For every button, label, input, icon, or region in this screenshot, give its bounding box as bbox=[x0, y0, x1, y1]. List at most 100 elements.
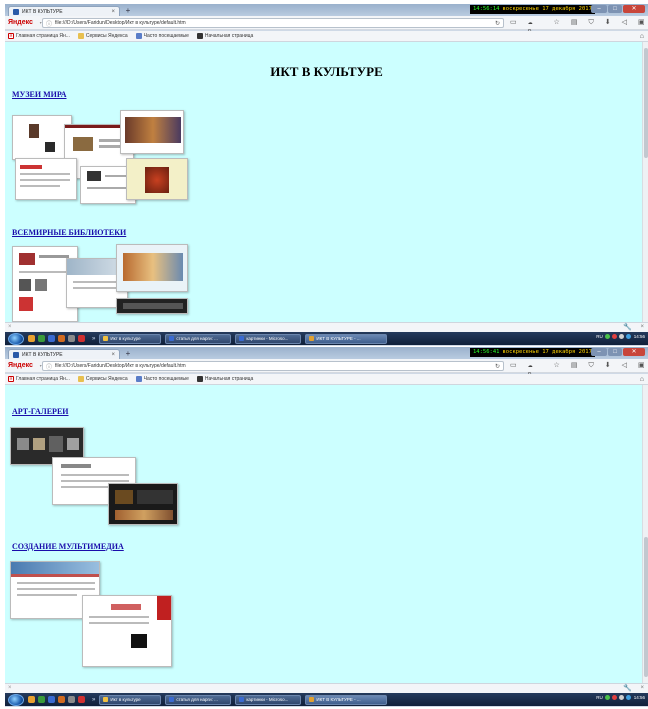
weather-widget[interactable]: ☁ 9 bbox=[528, 18, 543, 36]
tray-icon[interactable] bbox=[611, 334, 617, 339]
clipboard-icon[interactable]: ▤ bbox=[571, 18, 578, 28]
museums-collage[interactable] bbox=[12, 110, 192, 205]
home-icon[interactable]: ⌂ bbox=[640, 376, 644, 383]
new-tab-button[interactable]: + bbox=[123, 350, 133, 358]
section-link-museums[interactable]: МУЗЕИ МИРА bbox=[12, 90, 67, 99]
tray-icon[interactable] bbox=[604, 334, 610, 339]
network-icon[interactable] bbox=[625, 334, 631, 339]
home-icon[interactable]: ⌂ bbox=[640, 33, 644, 40]
minimize-button[interactable]: – bbox=[591, 348, 607, 356]
taskbar-item[interactable]: статья для нарги: ... bbox=[165, 694, 232, 705]
reload-icon[interactable]: ↻ bbox=[495, 363, 500, 370]
close-icon[interactable]: × bbox=[8, 685, 12, 691]
network-icon[interactable] bbox=[625, 695, 631, 700]
multimedia-collage[interactable] bbox=[10, 561, 180, 671]
wrench-icon[interactable]: 🔧 bbox=[623, 323, 632, 331]
volume-icon[interactable] bbox=[618, 334, 624, 339]
vertical-scrollbar[interactable] bbox=[642, 42, 648, 322]
share-icon[interactable]: ◁ bbox=[622, 361, 627, 371]
taskbar-item[interactable]: Икт в культуре bbox=[99, 333, 162, 344]
yandex-brand[interactable]: Яндекс bbox=[8, 362, 33, 369]
tray-icon[interactable] bbox=[604, 695, 610, 700]
bookmark-yandex-home[interactable]: Я Главная страница Ян... bbox=[8, 376, 70, 382]
section-link-libraries[interactable]: ВСЕМИРНЫЕ БИБЛИОТЕКИ bbox=[12, 228, 126, 237]
reader-icon[interactable]: ▣ bbox=[638, 18, 645, 28]
new-tab-button[interactable]: + bbox=[123, 7, 133, 15]
app-icon[interactable] bbox=[58, 696, 65, 703]
star-icon[interactable]: ☆ bbox=[554, 361, 560, 371]
start-button[interactable] bbox=[8, 332, 24, 345]
museum-screenshot[interactable] bbox=[126, 158, 188, 200]
address-bar[interactable]: ⓘ file:///D:/Users/Faridun/Desktop/Икт в… bbox=[42, 361, 504, 371]
app-icon[interactable] bbox=[28, 335, 35, 342]
shield-icon[interactable]: ⛉ bbox=[588, 18, 593, 28]
scrollbar-thumb[interactable] bbox=[644, 537, 648, 677]
library-screenshot[interactable] bbox=[116, 298, 188, 314]
app-icon[interactable] bbox=[78, 335, 85, 342]
bookmark-start-page[interactable]: Начальная страница bbox=[196, 376, 253, 382]
wrench-icon[interactable]: 🔧 bbox=[623, 684, 632, 692]
yandex-brand[interactable]: Яндекс bbox=[8, 19, 33, 26]
tray-icon[interactable] bbox=[611, 695, 617, 700]
weather-widget[interactable]: ☁ 9 bbox=[528, 361, 543, 379]
volume-icon[interactable] bbox=[618, 695, 624, 700]
scrollbar-thumb[interactable] bbox=[644, 48, 648, 158]
taskbar-item[interactable]: картинки - Microso... bbox=[235, 333, 302, 344]
language-indicator[interactable]: RU bbox=[596, 695, 603, 700]
reader-icon[interactable]: ▣ bbox=[638, 361, 645, 371]
star-icon[interactable]: ☆ bbox=[554, 18, 560, 28]
bookmark-yandex-services[interactable]: Сервисы Яндекса bbox=[77, 376, 128, 382]
tab-close-icon[interactable]: × bbox=[111, 9, 115, 15]
language-indicator[interactable]: RU bbox=[596, 334, 603, 339]
bookmark-yandex-home[interactable]: Я Главная страница Ян... bbox=[8, 33, 70, 39]
section-link-art-galleries[interactable]: АРТ-ГАЛЕРЕИ bbox=[12, 407, 69, 416]
multimedia-screenshot[interactable] bbox=[82, 595, 172, 667]
tray-time[interactable]: 14:56 bbox=[634, 334, 645, 339]
app-icon[interactable] bbox=[38, 696, 45, 703]
taskbar-item[interactable]: Икт в культуре bbox=[99, 694, 162, 705]
app-icon[interactable] bbox=[38, 335, 45, 342]
close-window-button[interactable]: ✕ bbox=[623, 5, 645, 13]
clipboard-icon[interactable]: ▤ bbox=[571, 361, 578, 371]
url-text[interactable]: file:///D:/Users/Faridun/Desktop/Икт в к… bbox=[55, 20, 495, 26]
maximize-button[interactable]: □ bbox=[608, 5, 622, 13]
galleries-collage[interactable] bbox=[10, 427, 180, 527]
vertical-scrollbar[interactable] bbox=[642, 385, 648, 683]
app-icon[interactable] bbox=[48, 696, 55, 703]
tray-time[interactable]: 14:56 bbox=[634, 695, 645, 700]
close-icon[interactable]: × bbox=[640, 685, 644, 691]
museum-screenshot[interactable] bbox=[12, 115, 72, 160]
taskbar-overflow-icon[interactable]: » bbox=[92, 697, 95, 703]
info-icon[interactable]: ⓘ bbox=[46, 19, 52, 28]
taskbar-item[interactable]: картинки - Microso... bbox=[235, 694, 302, 705]
close-icon[interactable]: × bbox=[8, 324, 12, 330]
taskbar-item[interactable]: статья для нарги: ... bbox=[165, 333, 232, 344]
shield-icon[interactable]: ⛉ bbox=[588, 361, 593, 371]
download-icon[interactable]: ⬇ bbox=[605, 18, 611, 28]
browser-tab[interactable]: ИКТ В КУЛЬТУРЕ × bbox=[8, 6, 120, 16]
museum-screenshot[interactable] bbox=[120, 110, 184, 154]
url-text[interactable]: file:///D:/Users/Faridun/Desktop/Икт в к… bbox=[55, 363, 495, 369]
close-window-button[interactable]: ✕ bbox=[623, 348, 645, 356]
maximize-button[interactable]: □ bbox=[608, 348, 622, 356]
share-icon[interactable]: ◁ bbox=[622, 18, 627, 28]
tab-close-icon[interactable]: × bbox=[111, 352, 115, 358]
address-bar[interactable]: ⓘ file:///D:/Users/Faridun/Desktop/Икт в… bbox=[42, 18, 504, 28]
info-icon[interactable]: ⓘ bbox=[46, 362, 52, 371]
reload-icon[interactable]: ↻ bbox=[495, 20, 500, 27]
library-screenshot[interactable] bbox=[116, 244, 188, 292]
screenshot-icon[interactable]: ▭ bbox=[510, 361, 517, 371]
taskbar-item-active[interactable]: ИКТ В КУЛЬТУРЕ - ... bbox=[305, 694, 388, 705]
section-link-multimedia[interactable]: СОЗДАНИЕ МУЛЬТИМЕДИА bbox=[12, 542, 124, 551]
gallery-screenshot[interactable] bbox=[108, 483, 178, 525]
minimize-button[interactable]: – bbox=[591, 5, 607, 13]
start-button[interactable] bbox=[8, 693, 24, 706]
app-icon[interactable] bbox=[78, 696, 85, 703]
museum-screenshot[interactable] bbox=[15, 158, 77, 200]
screenshot-icon[interactable]: ▭ bbox=[510, 18, 517, 28]
bookmark-yandex-services[interactable]: Сервисы Яндекса bbox=[77, 33, 128, 39]
download-icon[interactable]: ⬇ bbox=[605, 361, 611, 371]
app-icon[interactable] bbox=[28, 696, 35, 703]
browser-tab[interactable]: ИКТ В КУЛЬТУРЕ × bbox=[8, 349, 120, 359]
app-icon[interactable] bbox=[68, 335, 75, 342]
